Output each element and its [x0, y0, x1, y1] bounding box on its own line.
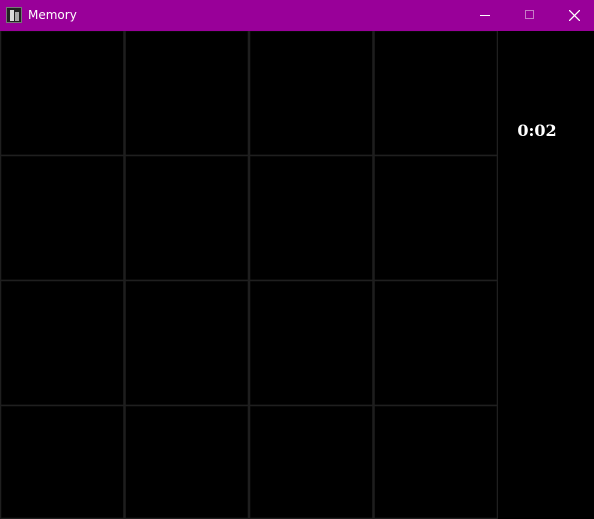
side-panel	[498, 31, 594, 519]
memory-card[interactable]	[124, 404, 250, 519]
timer: 0:02	[517, 121, 557, 140]
memory-card[interactable]	[0, 404, 125, 519]
close-icon	[569, 10, 580, 21]
memory-card[interactable]	[124, 279, 250, 407]
memory-card[interactable]	[373, 279, 498, 407]
title-bar[interactable]: Memory	[0, 0, 594, 31]
close-button[interactable]	[552, 0, 594, 31]
minimize-button[interactable]	[461, 0, 507, 31]
memory-window: Memory 0:02	[0, 0, 594, 519]
maximize-button[interactable]	[507, 0, 553, 31]
memory-card[interactable]	[248, 154, 374, 282]
card-grid	[0, 31, 498, 519]
memory-card[interactable]	[248, 279, 374, 407]
memory-card[interactable]	[373, 404, 498, 519]
app-icon	[6, 7, 22, 23]
memory-card[interactable]	[248, 404, 374, 519]
maximize-icon	[525, 10, 534, 19]
memory-card[interactable]	[0, 154, 125, 282]
memory-card[interactable]	[373, 154, 498, 282]
memory-card[interactable]	[124, 31, 250, 157]
memory-card[interactable]	[373, 31, 498, 157]
card-grid-svg	[0, 31, 498, 519]
memory-card[interactable]	[0, 279, 125, 407]
memory-card[interactable]	[124, 154, 250, 282]
minimize-icon	[480, 15, 490, 16]
memory-card[interactable]	[248, 31, 374, 157]
window-title: Memory	[28, 8, 77, 22]
memory-card[interactable]	[0, 31, 125, 157]
